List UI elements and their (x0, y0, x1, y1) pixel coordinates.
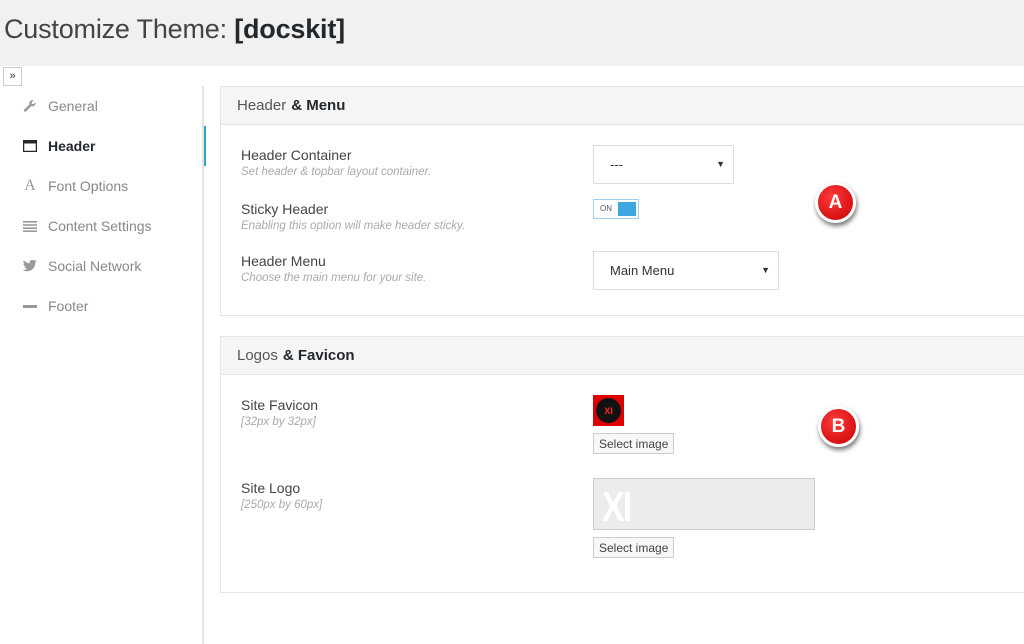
favicon-preview-text: XI (596, 398, 621, 423)
panel-title-strong: & Favicon (282, 347, 355, 364)
field-label: Sticky Header (241, 201, 329, 217)
panel-title-strong: & Menu (291, 97, 346, 114)
logos-favicon-panel: Logos & Favicon Site Favicon [32px by 32… (220, 336, 1024, 593)
favicon-preview: XI (593, 395, 624, 426)
favicon-select-image-button[interactable]: Select image (593, 433, 675, 454)
sidebar-item-general[interactable]: General (0, 86, 204, 126)
field-label: Site Logo (241, 480, 301, 496)
field-label: Header Menu (241, 253, 326, 269)
field-description: [250px by 60px] (241, 499, 323, 511)
chevron-down-icon: ▼ (761, 265, 770, 275)
wrench-icon (22, 98, 38, 114)
sticky-header-row: Sticky Header Enabling this option will … (241, 201, 465, 232)
toggle-label: ON (600, 204, 612, 213)
list-icon (22, 218, 38, 234)
panel-title: Header & Menu (221, 87, 1024, 125)
sticky-header-toggle[interactable]: ON (593, 199, 639, 219)
page-header: Customize Theme: [docskit] (0, 0, 1024, 66)
page-title: Customize Theme: [docskit] (4, 14, 345, 45)
twitter-icon (22, 258, 38, 274)
sidebar-item-label: Header (48, 138, 96, 154)
sidebar-item-content-settings[interactable]: Content Settings (0, 206, 204, 246)
sidebar-item-label: Font Options (48, 178, 129, 194)
minus-icon (22, 298, 38, 314)
sidebar-item-label: General (48, 98, 98, 114)
header-container-row: Header Container Set header & topbar lay… (241, 147, 431, 178)
sidebar-item-label: Footer (48, 298, 89, 314)
sidebar: General Header A Font Options Content Se… (0, 86, 206, 644)
field-description: Enabling this option will make header st… (241, 220, 466, 232)
sidebar-item-label: Content Settings (48, 218, 152, 234)
logo-select-image-button[interactable]: Select image (593, 537, 675, 558)
site-favicon-row: Site Favicon [32px by 32px] (241, 397, 318, 428)
header-menu-row: Header Menu Choose the main menu for you… (241, 253, 426, 284)
field-description: Choose the main menu for your site. (241, 272, 427, 284)
header-menu-select[interactable]: Main Menu ▼ (593, 251, 779, 290)
collapse-sidebar-button[interactable]: » (3, 67, 22, 86)
theme-name: [docskit] (234, 14, 345, 44)
font-icon: A (24, 177, 36, 194)
page-title-prefix: Customize Theme: (4, 14, 227, 44)
callout-badge-b: B (818, 406, 859, 447)
field-description: [32px by 32px] (241, 416, 316, 428)
sidebar-item-footer[interactable]: Footer (0, 286, 204, 326)
customizer-content: » General Header A Font Options Content … (0, 66, 1024, 644)
field-label: Header Container (241, 147, 352, 163)
select-value: Main Menu (610, 263, 675, 278)
logo-preview-text: XI (602, 483, 632, 530)
panel-title-light: Header (237, 97, 287, 114)
sidebar-item-header[interactable]: Header (0, 126, 206, 166)
logo-preview: XI (593, 478, 815, 530)
chevron-down-icon: ▼ (716, 159, 725, 169)
field-description: Set header & topbar layout container. (241, 166, 432, 178)
sidebar-item-social-network[interactable]: Social Network (0, 246, 204, 286)
window-icon (22, 138, 38, 154)
header-container-select[interactable]: --- ▼ (593, 145, 734, 184)
sidebar-item-label: Social Network (48, 258, 142, 274)
sidebar-item-font-options[interactable]: A Font Options (0, 166, 204, 206)
panel-title-light: Logos (237, 347, 278, 364)
callout-badge-a: A (815, 182, 856, 223)
header-menu-panel: Header & Menu Header Container Set heade… (220, 86, 1024, 316)
panel-title: Logos & Favicon (221, 337, 1024, 375)
site-logo-row: Site Logo [250px by 60px] (241, 480, 322, 511)
toggle-knob (618, 202, 636, 216)
select-value: --- (610, 157, 623, 172)
field-label: Site Favicon (241, 397, 319, 413)
